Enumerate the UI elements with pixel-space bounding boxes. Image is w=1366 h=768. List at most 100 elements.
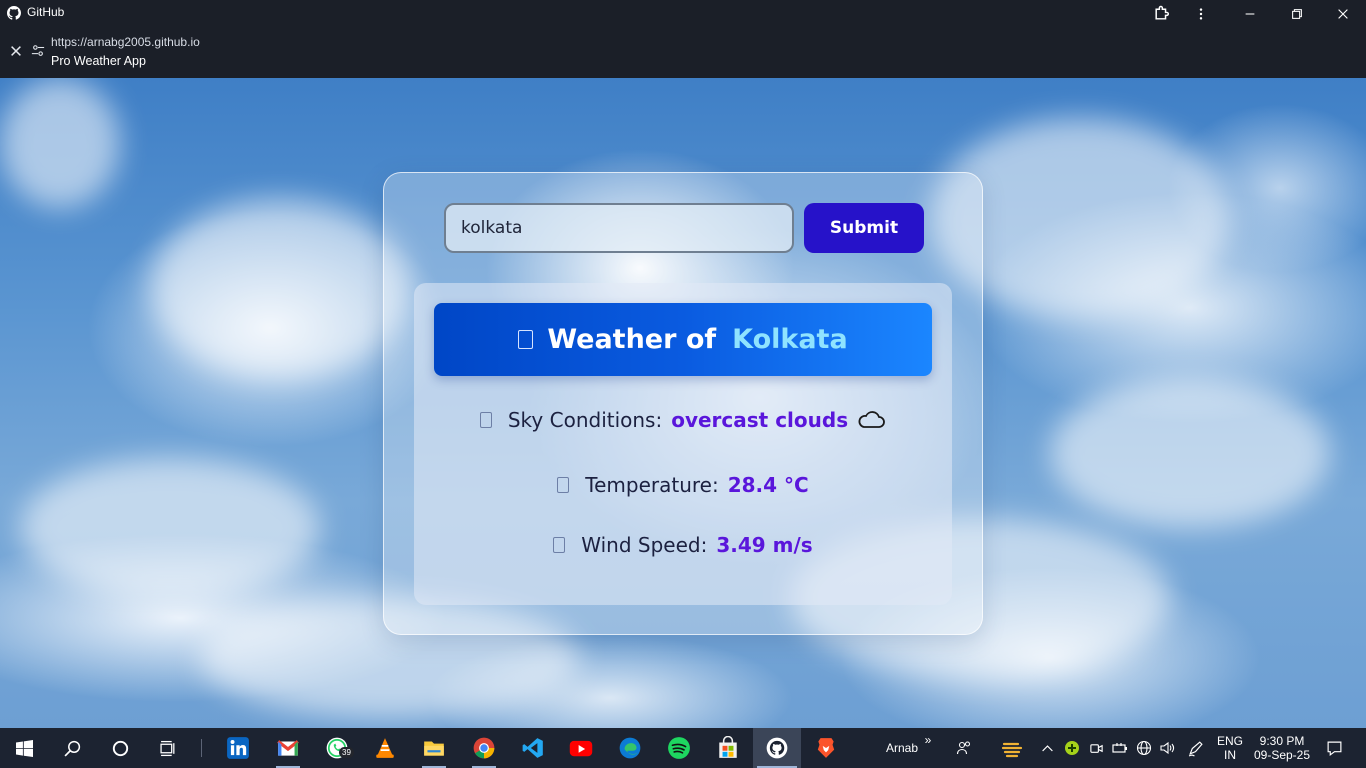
temperature-value: 28.4 °C xyxy=(727,473,809,497)
vscode-app[interactable] xyxy=(509,728,557,768)
thermometer-icon xyxy=(557,477,570,493)
brave-icon xyxy=(817,738,835,758)
network-button[interactable] xyxy=(1134,728,1154,768)
file-explorer-app[interactable] xyxy=(410,728,458,768)
linkedin-app[interactable] xyxy=(214,728,262,768)
file-explorer-icon xyxy=(424,741,444,756)
taskbar-separator xyxy=(198,728,204,768)
cloud-shape xyxy=(150,198,410,378)
close-window-button[interactable] xyxy=(1320,0,1366,27)
more-vertical-icon xyxy=(1199,7,1203,20)
edge-icon xyxy=(619,737,641,759)
microsoft-store-app[interactable] xyxy=(704,728,752,768)
task-view-button[interactable] xyxy=(144,728,192,768)
notifications-button[interactable] xyxy=(1318,728,1350,768)
spotify-icon xyxy=(668,737,690,759)
microsoft-store-icon xyxy=(719,736,737,758)
notification-icon xyxy=(1327,741,1341,756)
edge-app[interactable] xyxy=(606,728,654,768)
volume-button[interactable] xyxy=(1157,728,1177,768)
weather-widget-icon xyxy=(1001,742,1023,758)
restore-button[interactable] xyxy=(1274,0,1320,27)
cloud-shape xyxy=(20,458,320,598)
mail-icon xyxy=(277,740,299,756)
page-title: Pro Weather App xyxy=(51,54,146,68)
input-language-indicator[interactable]: ENG IN xyxy=(1212,728,1248,768)
site-settings-icon[interactable] xyxy=(31,44,45,58)
toolbar-overflow-chevron[interactable]: » xyxy=(920,720,936,760)
show-hidden-icons-button[interactable] xyxy=(1038,728,1056,768)
people-button[interactable] xyxy=(950,728,978,768)
start-button[interactable] xyxy=(0,728,48,768)
taskbar-user-label[interactable]: Arnab xyxy=(884,728,920,768)
youtube-icon xyxy=(569,740,593,757)
banner-label: Weather of xyxy=(547,324,717,355)
spotify-app[interactable] xyxy=(655,728,703,768)
weather-result-panel: Weather of Kolkata Sky Conditions: overc… xyxy=(414,283,952,605)
chrome-app[interactable] xyxy=(460,728,508,768)
wind-speed-row: Wind Speed: 3.49 m/s xyxy=(414,533,952,557)
submit-button[interactable]: Submit xyxy=(804,203,924,253)
taskbar: 39 Arnab » ENG IN 9:30 PM 09-Sep-25 xyxy=(0,728,1366,768)
temperature-row: Temperature: 28.4 °C xyxy=(414,473,952,497)
globe-icon xyxy=(1136,740,1152,756)
chevron-up-icon xyxy=(1041,744,1053,751)
restore-icon xyxy=(1292,8,1302,19)
brave-app[interactable] xyxy=(802,728,850,768)
search-icon xyxy=(63,740,80,757)
meet-icon xyxy=(1089,743,1103,753)
cortana-button[interactable] xyxy=(96,728,144,768)
github-app-icon xyxy=(766,737,788,759)
vscode-icon xyxy=(522,738,543,758)
search-button[interactable] xyxy=(48,728,96,768)
github-app[interactable] xyxy=(753,728,801,768)
window-title-bar: GitHub xyxy=(0,0,1366,27)
tray-plus-icon xyxy=(1065,741,1079,755)
puzzle-icon xyxy=(1154,5,1169,20)
vlc-icon xyxy=(376,738,394,758)
sky-background: Submit Weather of Kolkata Sky Conditions… xyxy=(0,78,1366,728)
cloud-shape xyxy=(0,78,120,208)
language-label: ENG xyxy=(1216,734,1243,748)
clock-time: 9:30 PM xyxy=(1259,734,1305,748)
vlc-app[interactable] xyxy=(361,728,409,768)
wind-speed-value: 3.49 m/s xyxy=(716,533,813,557)
sky-conditions-row: Sky Conditions: overcast clouds xyxy=(414,408,952,432)
sky-icon xyxy=(479,412,492,428)
more-options-button[interactable] xyxy=(1178,0,1224,27)
clock[interactable]: 9:30 PM 09-Sep-25 xyxy=(1250,728,1314,768)
chrome-icon xyxy=(473,737,495,759)
minimize-button[interactable] xyxy=(1227,0,1273,27)
banner-city: Kolkata xyxy=(732,324,848,355)
location-icon xyxy=(518,330,534,349)
youtube-app[interactable] xyxy=(557,728,605,768)
mail-app[interactable] xyxy=(264,728,312,768)
people-icon xyxy=(956,741,971,755)
battery-button[interactable] xyxy=(1110,728,1130,768)
cortana-icon xyxy=(112,740,128,756)
weather-banner: Weather of Kolkata xyxy=(434,303,932,376)
temperature-label: Temperature: xyxy=(585,473,719,497)
pen-workspace-button[interactable] xyxy=(1184,728,1206,768)
pen-icon xyxy=(1188,740,1203,756)
windows-logo-icon xyxy=(15,739,33,757)
task-view-icon xyxy=(159,740,174,756)
tray-app-button[interactable] xyxy=(1062,728,1082,768)
url-text[interactable]: https://arnabg2005.github.io xyxy=(51,35,200,49)
close-icon xyxy=(1338,8,1348,19)
linkedin-icon xyxy=(227,737,249,759)
whatsapp-app[interactable]: 39 xyxy=(313,728,361,768)
weather-widget[interactable] xyxy=(996,728,1028,768)
minimize-icon xyxy=(1245,12,1255,15)
close-icon[interactable] xyxy=(9,44,23,58)
tray-meet-button[interactable] xyxy=(1086,728,1106,768)
wind-speed-label: Wind Speed: xyxy=(581,533,708,557)
battery-icon xyxy=(1112,743,1127,753)
weather-card: Submit Weather of Kolkata Sky Conditions… xyxy=(383,172,983,635)
volume-icon xyxy=(1160,741,1175,755)
sky-conditions-label: Sky Conditions: xyxy=(507,408,663,432)
cloud-icon xyxy=(858,411,885,428)
whatsapp-badge: 39 xyxy=(339,747,354,758)
city-search-input[interactable] xyxy=(444,203,794,253)
window-title: GitHub xyxy=(27,5,65,19)
